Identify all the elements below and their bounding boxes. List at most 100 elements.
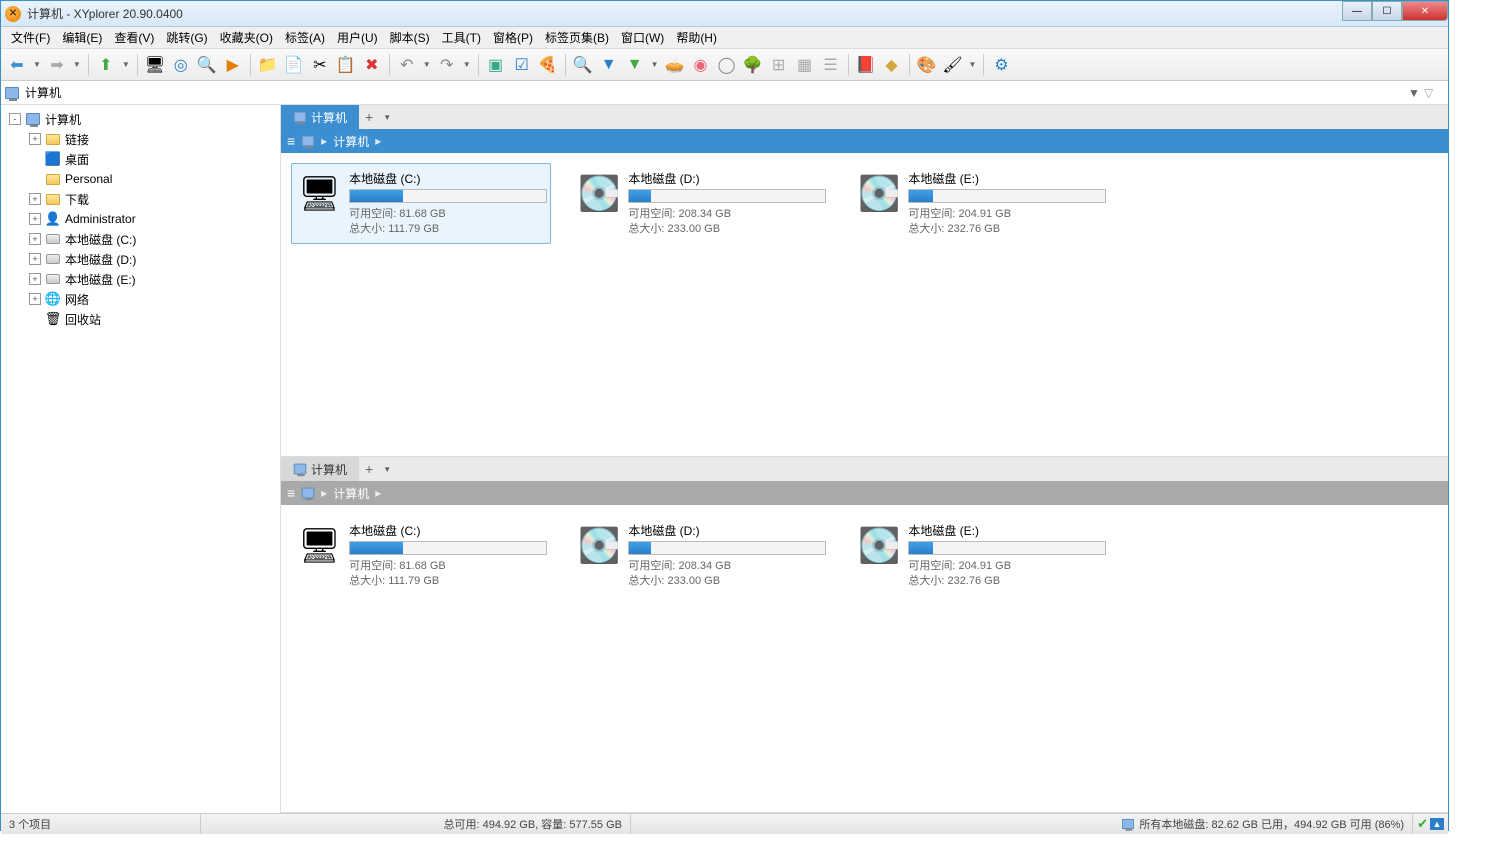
tree-item-3[interactable]: Personal xyxy=(1,169,280,189)
filter2-drop[interactable]: ▼ xyxy=(649,60,661,69)
menu-5[interactable]: 标签(A) xyxy=(279,27,331,48)
status-ok-icon[interactable]: ✔ xyxy=(1417,816,1428,832)
menu-2[interactable]: 查看(V) xyxy=(108,27,160,48)
drive-item[interactable]: 🖥本地磁盘 (C:)可用空间: 81.68 GB总大小: 111.79 GB xyxy=(291,163,551,244)
new-folder-icon[interactable]: 📁 xyxy=(256,53,280,77)
pane1-tab-drop[interactable]: ▼ xyxy=(379,113,395,122)
pie-icon[interactable]: 🥧 xyxy=(663,53,687,77)
find-icon[interactable]: 🔍 xyxy=(195,53,219,77)
zoom-icon[interactable]: 🔍 xyxy=(571,53,595,77)
spiral-icon[interactable]: ◉ xyxy=(689,53,713,77)
menu-4[interactable]: 收藏夹(O) xyxy=(214,27,279,48)
tree-item-6[interactable]: +本地磁盘 (C:) xyxy=(1,229,280,249)
menu-6[interactable]: 用户(U) xyxy=(331,27,384,48)
menu-9[interactable]: 窗格(P) xyxy=(487,27,539,48)
list-icon[interactable]: ☰ xyxy=(819,53,843,77)
pane2-body[interactable]: 🖥本地磁盘 (C:)可用空间: 81.68 GB总大小: 111.79 GB💽本… xyxy=(281,505,1448,812)
tree-item-8[interactable]: +本地磁盘 (E:) xyxy=(1,269,280,289)
address-filter-icon[interactable]: ▽ xyxy=(1424,86,1444,100)
pane2-breadcrumb[interactable]: ≡ ▸ 计算机 ▸ xyxy=(281,481,1448,505)
filter-icon[interactable]: ▼ xyxy=(597,53,621,77)
drive-item[interactable]: 🖥本地磁盘 (C:)可用空间: 81.68 GB总大小: 111.79 GB xyxy=(291,515,551,596)
pizza-icon[interactable]: 🍕 xyxy=(536,53,560,77)
forward-button[interactable]: ➡ xyxy=(45,53,69,77)
menu-12[interactable]: 帮助(H) xyxy=(670,27,723,48)
menu-1[interactable]: 编辑(E) xyxy=(56,27,108,48)
undo-icon[interactable]: ↶ xyxy=(395,53,419,77)
diamond-icon[interactable]: ◆ xyxy=(880,53,904,77)
undo-drop[interactable]: ▼ xyxy=(421,60,433,69)
redo-icon[interactable]: ↷ xyxy=(435,53,459,77)
tree-item-10[interactable]: 🗑回收站 xyxy=(1,309,280,329)
target-icon[interactable]: ◎ xyxy=(169,53,193,77)
tree-expand-icon[interactable]: + xyxy=(29,233,41,245)
menu-3[interactable]: 跳转(G) xyxy=(160,27,213,48)
palette-icon[interactable]: 🎨 xyxy=(915,53,939,77)
pane1-menu-icon[interactable]: ≡ xyxy=(287,133,295,149)
check-icon[interactable]: ☑ xyxy=(510,53,534,77)
tree-expand-icon[interactable]: + xyxy=(29,133,41,145)
drive-item[interactable]: 💽本地磁盘 (E:)可用空间: 204.91 GB总大小: 232.76 GB xyxy=(851,515,1111,596)
folder-tree[interactable]: -计算机+链接🟦桌面Personal+下载+👤Administrator+本地磁… xyxy=(1,105,281,813)
drive-item[interactable]: 💽本地磁盘 (E:)可用空间: 204.91 GB总大小: 232.76 GB xyxy=(851,163,1111,244)
drive-item[interactable]: 💽本地磁盘 (D:)可用空间: 208.34 GB总大小: 233.00 GB xyxy=(571,163,831,244)
address-dropdown[interactable]: ▼ xyxy=(1408,86,1424,100)
forward-drop[interactable]: ▼ xyxy=(71,60,83,69)
copy-icon[interactable]: 📄 xyxy=(282,53,306,77)
menu-11[interactable]: 窗口(W) xyxy=(615,27,670,48)
pane1-breadcrumb[interactable]: ≡ ▸ 计算机 ▸ xyxy=(281,129,1448,153)
tree-item-0[interactable]: -计算机 xyxy=(1,109,280,129)
redo-drop[interactable]: ▼ xyxy=(461,60,473,69)
tree-item-2[interactable]: 🟦桌面 xyxy=(1,149,280,169)
select-icon[interactable]: ▣ xyxy=(484,53,508,77)
drive-item[interactable]: 💽本地磁盘 (D:)可用空间: 208.34 GB总大小: 233.00 GB xyxy=(571,515,831,596)
menu-8[interactable]: 工具(T) xyxy=(436,27,487,48)
tree-expand-icon[interactable]: + xyxy=(29,273,41,285)
back-button[interactable]: ⬅ xyxy=(5,53,29,77)
delete-icon[interactable]: ✖ xyxy=(360,53,384,77)
circle-icon[interactable]: ◯ xyxy=(715,53,739,77)
pane2-tab-add[interactable]: + xyxy=(359,461,379,477)
tree-expand-icon[interactable]: + xyxy=(29,293,41,305)
monitor-icon[interactable]: 🖥 xyxy=(143,53,167,77)
pane2-tab[interactable]: 计算机 xyxy=(281,457,359,481)
filter2-icon[interactable]: ▼ xyxy=(623,53,647,77)
menu-7[interactable]: 脚本(S) xyxy=(384,27,436,48)
addressbar[interactable]: 计算机 ▼ ▽ xyxy=(1,81,1448,105)
settings-icon[interactable]: ⚙ xyxy=(989,53,1013,77)
tree-item-4[interactable]: +下载 xyxy=(1,189,280,209)
tree-expand-icon[interactable]: + xyxy=(29,253,41,265)
pane1-tab[interactable]: 计算机 xyxy=(281,105,359,129)
grid1-icon[interactable]: ⊞ xyxy=(767,53,791,77)
grid2-icon[interactable]: ▦ xyxy=(793,53,817,77)
paste-icon[interactable]: 📋 xyxy=(334,53,358,77)
pane1-crumb-text[interactable]: 计算机 xyxy=(333,133,369,150)
brush-icon[interactable]: 🖌 xyxy=(941,53,965,77)
pane1-body[interactable]: 🖥本地磁盘 (C:)可用空间: 81.68 GB总大小: 111.79 GB💽本… xyxy=(281,153,1448,456)
tree-item-5[interactable]: +👤Administrator xyxy=(1,209,280,229)
tree-item-7[interactable]: +本地磁盘 (D:) xyxy=(1,249,280,269)
cut-icon[interactable]: ✂ xyxy=(308,53,332,77)
brush-drop[interactable]: ▼ xyxy=(967,60,979,69)
tree-expand-icon[interactable]: - xyxy=(9,113,21,125)
maximize-button[interactable]: ☐ xyxy=(1372,1,1402,21)
menu-0[interactable]: 文件(F) xyxy=(5,27,56,48)
pane2-tab-drop[interactable]: ▼ xyxy=(379,465,395,474)
tree-expand-icon[interactable]: + xyxy=(29,193,41,205)
address-text[interactable]: 计算机 xyxy=(25,84,1408,101)
pane2-menu-icon[interactable]: ≡ xyxy=(287,485,295,501)
tree-item-9[interactable]: +🌐网络 xyxy=(1,289,280,309)
tree-item-1[interactable]: +链接 xyxy=(1,129,280,149)
minimize-button[interactable]: — xyxy=(1342,1,1372,21)
status-toggle-icon[interactable]: ▲ xyxy=(1430,818,1444,830)
tree-icon[interactable]: 🌳 xyxy=(741,53,765,77)
book-icon[interactable]: 📕 xyxy=(854,53,878,77)
close-button[interactable]: ✕ xyxy=(1402,1,1448,21)
play-icon[interactable]: ▶ xyxy=(221,53,245,77)
up-drop[interactable]: ▼ xyxy=(120,60,132,69)
pane1-tab-add[interactable]: + xyxy=(359,109,379,125)
tree-expand-icon[interactable]: + xyxy=(29,213,41,225)
up-button[interactable]: ⬆ xyxy=(94,53,118,77)
back-drop[interactable]: ▼ xyxy=(31,60,43,69)
menu-10[interactable]: 标签页集(B) xyxy=(539,27,615,48)
